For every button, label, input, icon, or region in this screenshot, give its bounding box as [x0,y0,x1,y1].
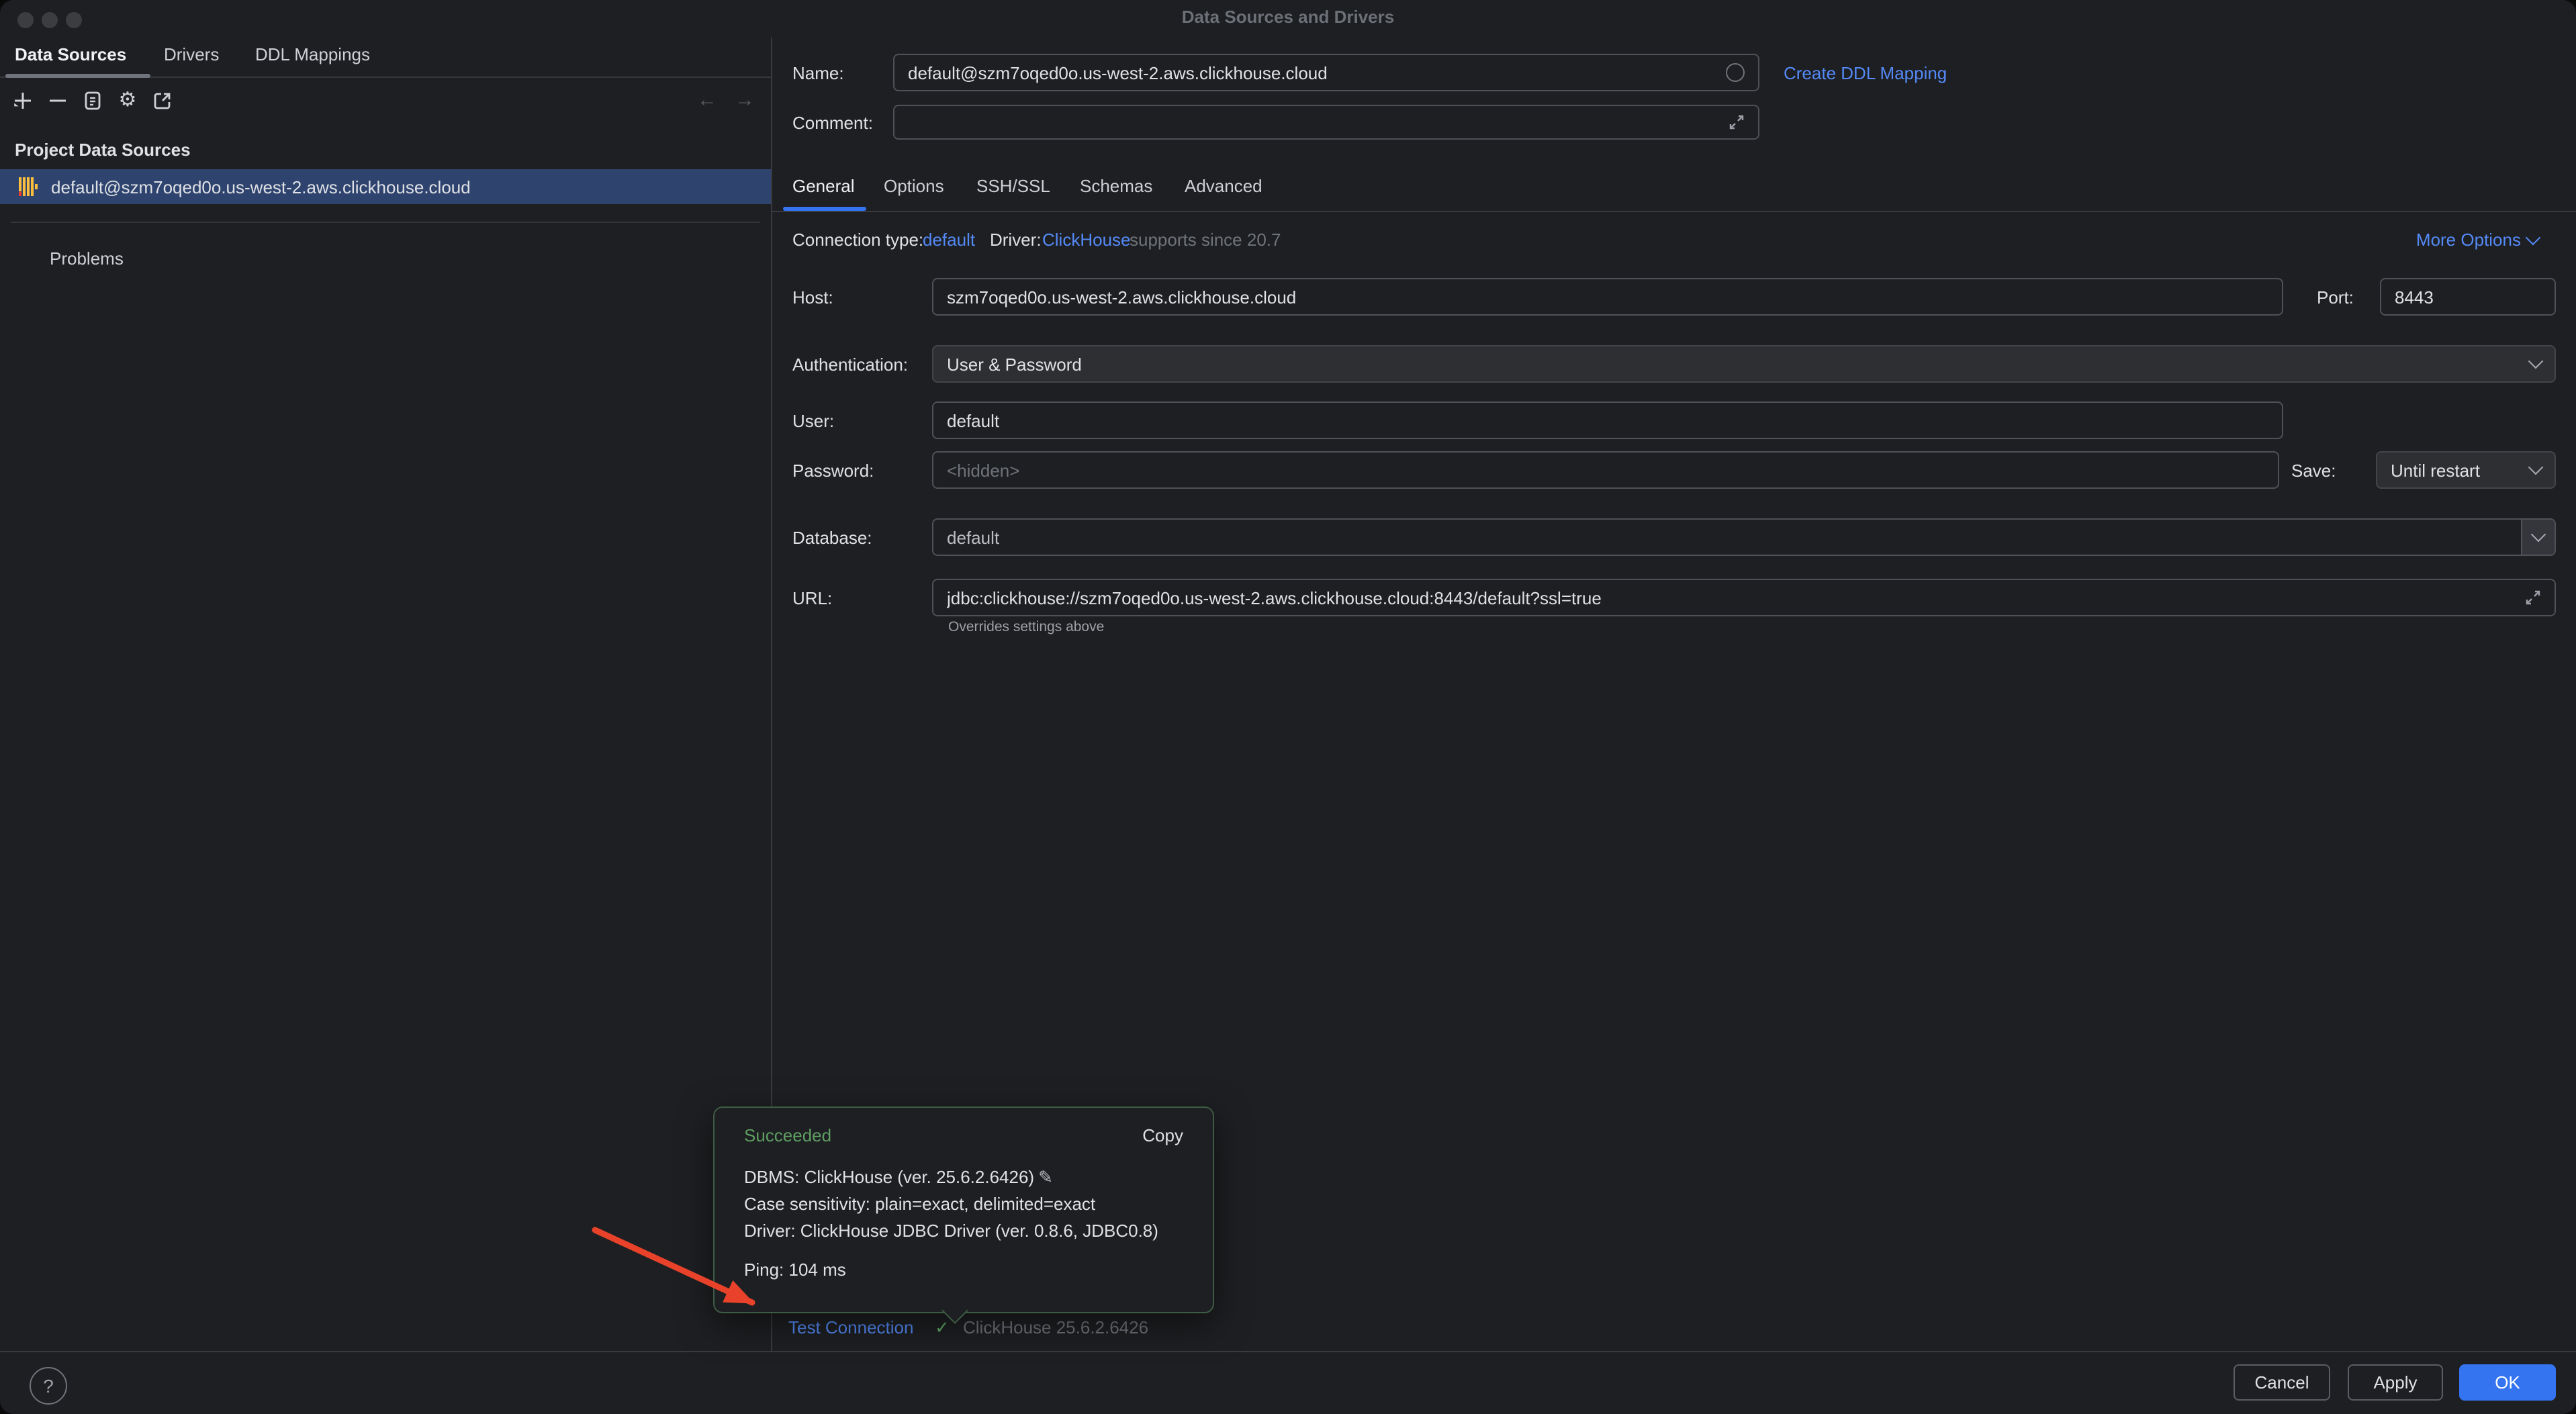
database-label: Database: [792,528,872,548]
test-connection-result: ClickHouse 25.6.2.6426 [963,1317,1148,1337]
main-tabs-divider [772,211,2576,212]
comment-field[interactable] [893,105,1759,140]
host-field[interactable]: szm7oqed0o.us-west-2.aws.clickhouse.clou… [932,278,2283,316]
popup-status: Succeeded [744,1125,831,1145]
more-options-link[interactable]: More Options [2416,230,2538,250]
problems-section-label[interactable]: Problems [50,248,124,269]
port-label: Port: [2317,287,2354,308]
database-dropdown-button[interactable] [2521,520,2555,555]
remove-data-source-icon[interactable] [47,90,68,111]
settings-gear-icon[interactable]: ⚙ [117,90,138,111]
driver-value-link[interactable]: ClickHouse [1042,230,1131,250]
chevron-down-icon [2528,460,2544,475]
tab-ssh-ssl[interactable]: SSH/SSL [976,176,1050,196]
port-field[interactable]: 8443 [2380,278,2556,316]
save-label: Save: [2291,461,2336,481]
tab-general[interactable]: General [792,176,855,196]
cancel-button[interactable]: Cancel [2234,1364,2330,1401]
authentication-dropdown[interactable]: User & Password [932,345,2556,383]
color-marker-icon[interactable] [1726,63,1745,82]
tab-ddl-mappings[interactable]: DDL Mappings [255,44,370,64]
tab-schemas[interactable]: Schemas [1080,176,1152,196]
footer-divider [0,1351,2576,1352]
tab-options[interactable]: Options [884,176,944,196]
driver-label: Driver: [990,230,1042,250]
create-ddl-mapping-link[interactable]: Create DDL Mapping [1784,63,1947,83]
clickhouse-icon [17,176,39,197]
chevron-down-icon [2526,230,2541,246]
url-field[interactable]: jdbc:clickhouse://szm7oqed0o.us-west-2.a… [932,579,2556,616]
ok-button[interactable]: OK [2459,1364,2556,1401]
data-source-list-item[interactable]: default@szm7oqed0o.us-west-2.aws.clickho… [0,169,771,204]
open-in-new-window-icon[interactable] [152,90,173,111]
forward-arrow-icon[interactable]: → [735,89,755,111]
comment-label: Comment: [792,113,873,133]
connection-type-value-link[interactable]: default [923,230,975,250]
active-general-tab-underline [783,207,866,211]
popup-driver-line: Driver: ClickHouse JDBC Driver (ver. 0.8… [744,1221,1158,1241]
popup-ping-line: Ping: 104 ms [744,1260,846,1280]
popup-copy-link[interactable]: Copy [1142,1125,1183,1145]
popup-dbms-line: DBMS: ClickHouse (ver. 25.6.2.6426)✎ [744,1167,1053,1188]
data-sources-dialog: Data Sources and Drivers Data Sources Dr… [0,0,2576,1414]
back-arrow-icon[interactable]: ← [697,89,717,111]
password-placeholder: <hidden> [947,460,2264,480]
url-label: URL: [792,588,832,608]
expand-editor-icon[interactable] [1729,114,1745,130]
database-combo[interactable]: default [932,518,2556,556]
popup-case-line: Case sensitivity: plain=exact, delimited… [744,1194,1095,1214]
name-field[interactable]: default@szm7oqed0o.us-west-2.aws.clickho… [893,54,1759,91]
password-field[interactable]: <hidden> [932,451,2279,489]
test-connection-popup: Succeeded Copy DBMS: ClickHouse (ver. 25… [713,1106,1214,1313]
url-note: Overrides settings above [948,619,1104,635]
duplicate-icon[interactable] [82,90,103,111]
active-tab-underline [5,74,150,78]
apply-button[interactable]: Apply [2348,1364,2443,1401]
user-field[interactable]: default [932,402,2283,439]
data-source-label: default@szm7oqed0o.us-west-2.aws.clickho… [51,177,471,197]
save-dropdown[interactable]: Until restart [2376,451,2556,489]
panel-splitter[interactable] [11,222,760,223]
help-button[interactable]: ? [30,1367,67,1405]
connection-type-label: Connection type: [792,230,923,250]
check-icon: ✓ [935,1317,950,1339]
test-connection-link[interactable]: Test Connection [788,1317,913,1337]
name-label: Name: [792,63,844,83]
project-data-sources-header: Project Data Sources [15,140,191,160]
chevron-down-icon [2528,354,2544,369]
expand-editor-icon[interactable] [2525,590,2541,606]
tab-advanced[interactable]: Advanced [1185,176,1262,196]
tab-data-sources[interactable]: Data Sources [15,44,126,64]
user-label: User: [792,411,834,431]
password-label: Password: [792,461,874,481]
host-label: Host: [792,287,833,308]
add-data-source-icon[interactable] [12,90,34,111]
window-title: Data Sources and Drivers [0,7,2576,27]
authentication-label: Authentication: [792,355,908,375]
tab-drivers[interactable]: Drivers [164,44,219,64]
driver-support-note: supports since 20.7 [1130,230,1281,250]
pencil-edit-icon[interactable]: ✎ [1038,1167,1053,1187]
